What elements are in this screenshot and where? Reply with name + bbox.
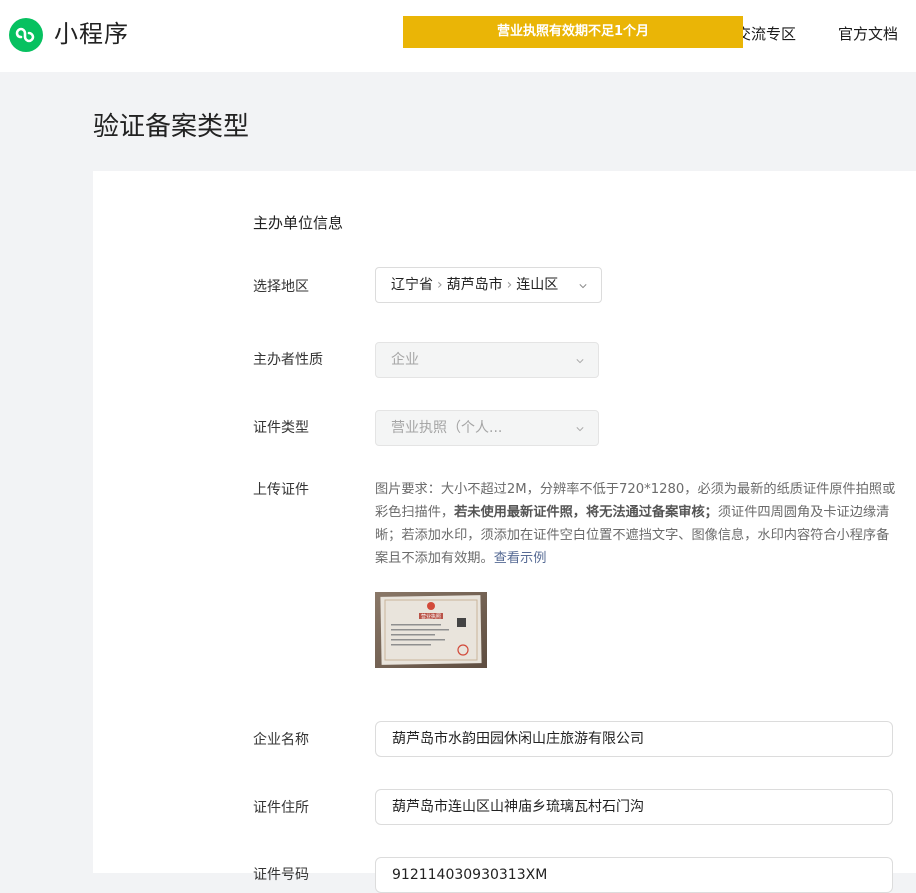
nav-community[interactable]: 交流专区 <box>736 22 796 46</box>
district-value: 连山区 <box>516 277 559 293</box>
separator-chevron-icon: › <box>437 277 443 293</box>
separator-chevron-icon: › <box>506 277 513 293</box>
mini-program-logo-icon[interactable] <box>9 18 43 52</box>
license-expiry-banner: 营业执照有效期不足1个月 <box>403 16 743 48</box>
requirements-warning: 若未使用最新证件照，将无法通过备案审核； <box>454 505 718 520</box>
cert-type-value: 营业执照（个人... <box>391 420 503 436</box>
upload-label: 上传证件 <box>253 482 309 498</box>
nature-label: 主办者性质 <box>253 352 323 368</box>
company-name-input[interactable]: 葫芦岛市水韵田园休闲山庄旅游有限公司 <box>375 721 893 757</box>
chevron-down-icon <box>576 359 584 364</box>
logo-text[interactable]: 小程序 <box>54 17 129 51</box>
uploaded-license-image[interactable]: 营业执照 <box>375 592 487 668</box>
region-label: 选择地区 <box>253 279 309 295</box>
region-select[interactable]: 辽宁省 › 葫芦岛市 › 连山区 <box>375 267 602 303</box>
cert-number-input[interactable]: 912114030930313XM <box>375 857 893 893</box>
chevron-down-icon <box>579 284 587 289</box>
city-value: 葫芦岛市 <box>446 277 503 293</box>
company-name-label: 企业名称 <box>253 732 309 748</box>
page-title: 验证备案类型 <box>93 112 250 142</box>
nature-select[interactable]: 企业 <box>375 342 599 378</box>
nature-value: 企业 <box>391 352 419 368</box>
upload-requirements: 图片要求：大小不超过2M，分辨率不低于720*1280，必须为最新的纸质证件原件… <box>375 478 897 570</box>
section-title: 主办单位信息 <box>253 214 344 232</box>
cert-type-label: 证件类型 <box>253 420 309 436</box>
address-input[interactable]: 葫芦岛市连山区山神庙乡琉璃瓦村石门沟 <box>375 789 893 825</box>
province-value: 辽宁省 <box>391 277 433 293</box>
cert-number-label: 证件号码 <box>253 867 309 883</box>
cert-type-select[interactable]: 营业执照（个人... <box>375 410 599 446</box>
nav-official-docs[interactable]: 官方文档 <box>838 22 898 46</box>
top-nav-bar: 小程序 交流专区 官方文档 营业执照有效期不足1个月 <box>0 0 916 72</box>
license-image-title: 营业执照 <box>421 613 441 620</box>
view-example-link[interactable]: 查看示例 <box>494 551 547 566</box>
chevron-down-icon <box>576 427 584 432</box>
address-label: 证件住所 <box>253 800 309 816</box>
